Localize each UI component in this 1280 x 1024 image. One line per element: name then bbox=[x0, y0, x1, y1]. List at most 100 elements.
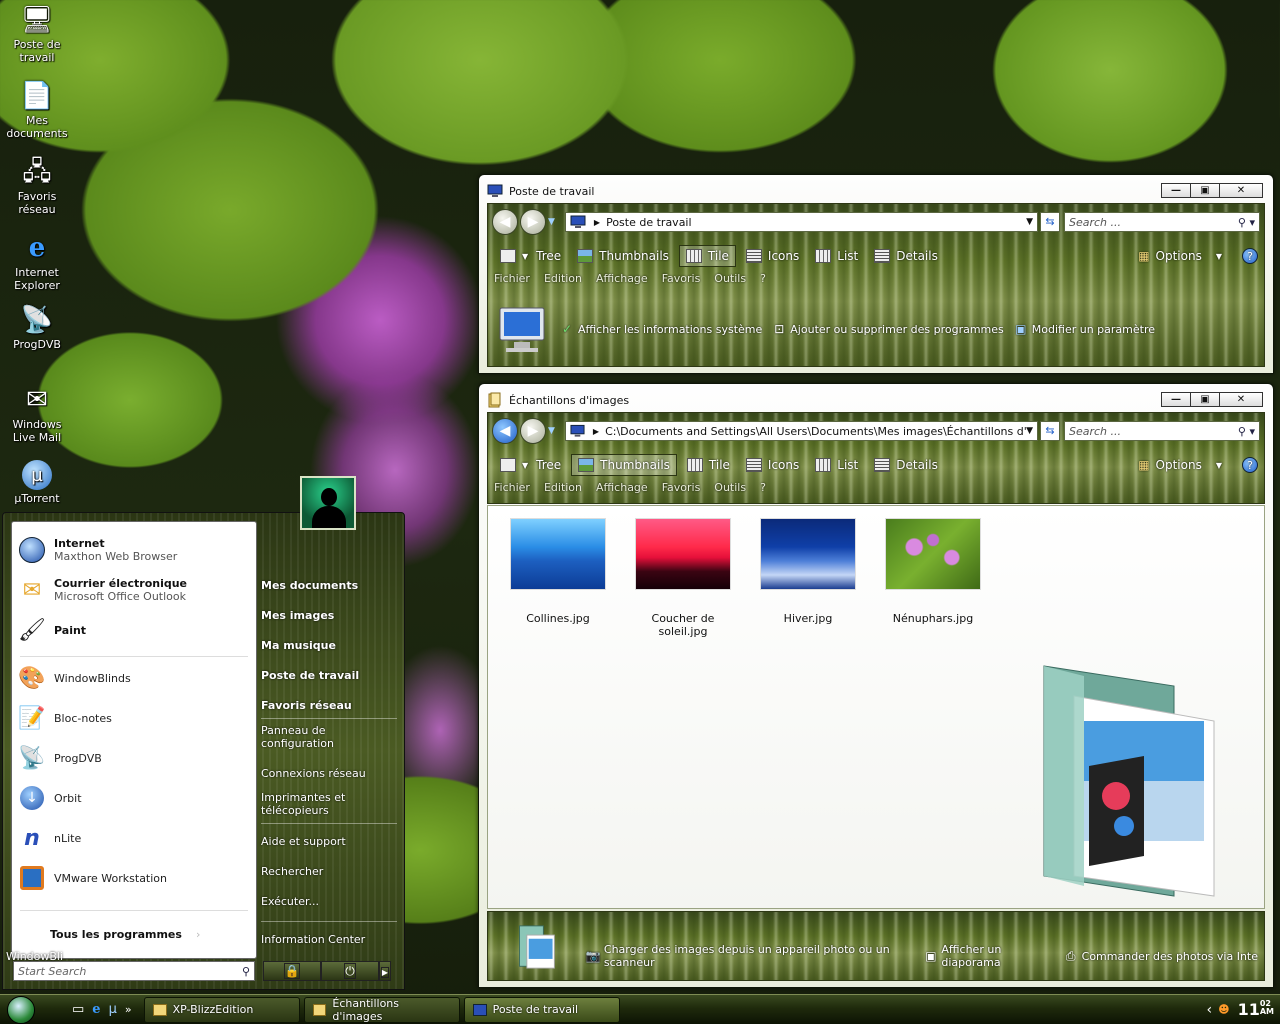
desktop-icon-poste-de-travail[interactable]: 🖥 Poste de travail bbox=[2, 4, 72, 65]
power-button[interactable]: ⏻ bbox=[321, 961, 379, 981]
menu-affichage[interactable]: Affichage bbox=[596, 272, 648, 285]
title-bar[interactable]: Poste de travail — ▣ ✕ bbox=[487, 182, 1267, 200]
recent-vmware[interactable]: VMware Workstation bbox=[16, 862, 167, 894]
search-icon[interactable]: ⚲ bbox=[242, 965, 250, 978]
menu-edition[interactable]: Edition bbox=[544, 481, 582, 494]
clock[interactable]: 1102 AM bbox=[1238, 1000, 1274, 1020]
file-thumbnail[interactable]: Hiver.jpg bbox=[752, 518, 864, 638]
icons-button[interactable]: Icons bbox=[740, 454, 805, 476]
task-load-from-camera[interactable]: 📷 Charger des images depuis un appareil p… bbox=[586, 943, 915, 969]
chevron-down-icon[interactable]: ▼ bbox=[1026, 426, 1033, 436]
thumbnails-button[interactable]: Thumbnails bbox=[571, 245, 675, 267]
tray-expand-icon[interactable]: ‹ bbox=[1207, 1002, 1213, 1018]
search-input[interactable]: Search ... ⚲ ▾ bbox=[1064, 212, 1260, 232]
close-button[interactable]: ✕ bbox=[1219, 392, 1263, 407]
desktop-icon-favoris-reseau[interactable]: 🖧 Favoris réseau bbox=[2, 156, 72, 217]
menu-fichier[interactable]: Fichier bbox=[494, 481, 530, 494]
task-modify-setting[interactable]: ▣ Modifier un paramètre bbox=[1014, 322, 1155, 336]
desktop-icon-utorrent[interactable]: µ µTorrent bbox=[2, 460, 72, 505]
file-thumbnail[interactable]: Nénuphars.jpg bbox=[877, 518, 989, 638]
back-button[interactable]: ◀ bbox=[492, 209, 518, 235]
place-executer[interactable]: Exécuter... bbox=[261, 895, 319, 908]
task-system-info[interactable]: ✓ Afficher les informations système bbox=[560, 322, 762, 336]
refresh-button[interactable]: ⇆ bbox=[1040, 212, 1060, 232]
show-desktop-icon[interactable]: ▭ bbox=[72, 1002, 84, 1017]
options-button[interactable]: ▦ Options ▼ bbox=[1132, 454, 1228, 476]
recent-progdvb[interactable]: 📡 ProgDVB bbox=[16, 742, 101, 774]
chevron-down-icon[interactable]: ▼ bbox=[1026, 217, 1033, 227]
place-imprimantes[interactable]: Imprimantes et télécopieurs bbox=[261, 791, 361, 817]
task-slideshow[interactable]: ▣ Afficher un diaporama bbox=[925, 943, 1054, 969]
taskbar-button-echantillons[interactable]: Échantillons d'images bbox=[303, 996, 460, 1023]
menu-help[interactable]: ? bbox=[760, 481, 766, 494]
search-icon[interactable]: ⚲ ▾ bbox=[1238, 216, 1255, 229]
tile-button[interactable]: Tile bbox=[681, 454, 736, 476]
place-panneau-configuration[interactable]: Panneau de configuration bbox=[261, 724, 361, 750]
taskbar-button-xp-blizzedition[interactable]: XP-BlizzEdition bbox=[143, 996, 300, 1023]
menu-affichage[interactable]: Affichage bbox=[596, 481, 648, 494]
task-add-remove-programs[interactable]: ⊡ Ajouter ou supprimer des programmes bbox=[772, 322, 1004, 336]
icons-button[interactable]: Icons bbox=[740, 245, 805, 267]
title-bar[interactable]: Échantillons d'images — ▣ ✕ bbox=[487, 391, 1267, 409]
history-dropdown-icon[interactable]: ▼ bbox=[548, 217, 555, 227]
address-bar[interactable]: ▶ C:\Documents and Settings\All Users\Do… bbox=[564, 421, 1038, 441]
lock-button[interactable]: 🔒 bbox=[263, 961, 321, 981]
menu-outils[interactable]: Outils bbox=[714, 272, 746, 285]
details-button[interactable]: Details bbox=[868, 245, 944, 267]
minimize-button[interactable]: — bbox=[1161, 392, 1191, 407]
forward-button[interactable]: ▶ bbox=[520, 418, 546, 444]
place-mes-documents[interactable]: Mes documents bbox=[261, 579, 358, 592]
ie-icon[interactable]: e bbox=[92, 1002, 100, 1017]
place-aide-support[interactable]: Aide et support bbox=[261, 835, 346, 848]
menu-fichier[interactable]: Fichier bbox=[494, 272, 530, 285]
quick-launch-overflow-icon[interactable]: » bbox=[125, 1003, 132, 1016]
tree-button[interactable]: ▼ Tree bbox=[494, 245, 567, 267]
place-information-center[interactable]: Information Center bbox=[261, 933, 365, 946]
place-ma-musique[interactable]: Ma musique bbox=[261, 639, 336, 652]
start-search-input[interactable]: Start Search ⚲ bbox=[13, 961, 255, 981]
help-button[interactable]: ? bbox=[1242, 457, 1258, 473]
file-thumbnail[interactable]: Coucher de soleil.jpg bbox=[627, 518, 739, 638]
menu-help[interactable]: ? bbox=[760, 272, 766, 285]
close-button[interactable]: ✕ bbox=[1219, 183, 1263, 198]
thumbnails-button[interactable]: Thumbnails bbox=[571, 454, 677, 476]
list-button[interactable]: List bbox=[809, 245, 864, 267]
desktop-icon-mes-documents[interactable]: 📄 Mes documents bbox=[2, 80, 72, 141]
place-favoris-reseau[interactable]: Favoris réseau bbox=[261, 699, 352, 712]
tree-button[interactable]: ▼ Tree bbox=[494, 454, 567, 476]
address-bar[interactable]: ▶ Poste de travail ▼ bbox=[564, 212, 1038, 232]
file-thumbnail[interactable]: Collines.jpg bbox=[502, 518, 614, 638]
menu-outils[interactable]: Outils bbox=[714, 481, 746, 494]
details-button[interactable]: Details bbox=[868, 454, 944, 476]
messenger-icon[interactable]: ☻ bbox=[1218, 1003, 1229, 1016]
menu-edition[interactable]: Edition bbox=[544, 272, 582, 285]
user-avatar[interactable] bbox=[300, 476, 356, 530]
power-options-button[interactable]: ▶ bbox=[379, 961, 391, 981]
back-button[interactable]: ◀ bbox=[492, 418, 518, 444]
desktop-icon-windows-live-mail[interactable]: ✉ Windows Live Mail bbox=[2, 384, 72, 445]
task-order-prints[interactable]: ⎙ Commander des photos via Inte bbox=[1064, 949, 1258, 963]
maximize-button[interactable]: ▣ bbox=[1190, 183, 1220, 198]
minimize-button[interactable]: — bbox=[1161, 183, 1191, 198]
pinned-internet[interactable]: Internet Maxthon Web Browser bbox=[16, 534, 177, 566]
help-button[interactable]: ? bbox=[1242, 248, 1258, 264]
desktop-icon-internet-explorer[interactable]: e Internet Explorer bbox=[2, 232, 72, 293]
search-input[interactable]: Search ... ⚲ ▾ bbox=[1064, 421, 1260, 441]
place-mes-images[interactable]: Mes images bbox=[261, 609, 334, 622]
refresh-button[interactable]: ⇆ bbox=[1040, 421, 1060, 441]
recent-nlite[interactable]: n nLite bbox=[16, 822, 81, 854]
taskbar-button-poste-de-travail[interactable]: Poste de travail bbox=[463, 996, 620, 1023]
place-rechercher[interactable]: Rechercher bbox=[261, 865, 323, 878]
recent-bloc-notes[interactable]: 📝 Bloc-notes bbox=[16, 702, 112, 734]
history-dropdown-icon[interactable]: ▼ bbox=[548, 426, 555, 436]
start-button[interactable] bbox=[0, 995, 42, 1024]
place-connexions-reseau[interactable]: Connexions réseau bbox=[261, 767, 366, 780]
desktop-icon-progdvb[interactable]: 📡 ProgDVB bbox=[2, 304, 72, 352]
place-poste-de-travail[interactable]: Poste de travail bbox=[261, 669, 359, 682]
menu-favoris[interactable]: Favoris bbox=[662, 272, 701, 285]
options-button[interactable]: ▦ Options ▼ bbox=[1132, 245, 1228, 267]
recent-windowblinds[interactable]: 🎨 WindowBlinds bbox=[16, 662, 130, 694]
utorrent-icon[interactable]: µ bbox=[109, 1002, 117, 1017]
pinned-email[interactable]: ✉ Courrier électronique Microsoft Office … bbox=[16, 574, 187, 606]
tile-button[interactable]: Tile bbox=[678, 245, 736, 267]
